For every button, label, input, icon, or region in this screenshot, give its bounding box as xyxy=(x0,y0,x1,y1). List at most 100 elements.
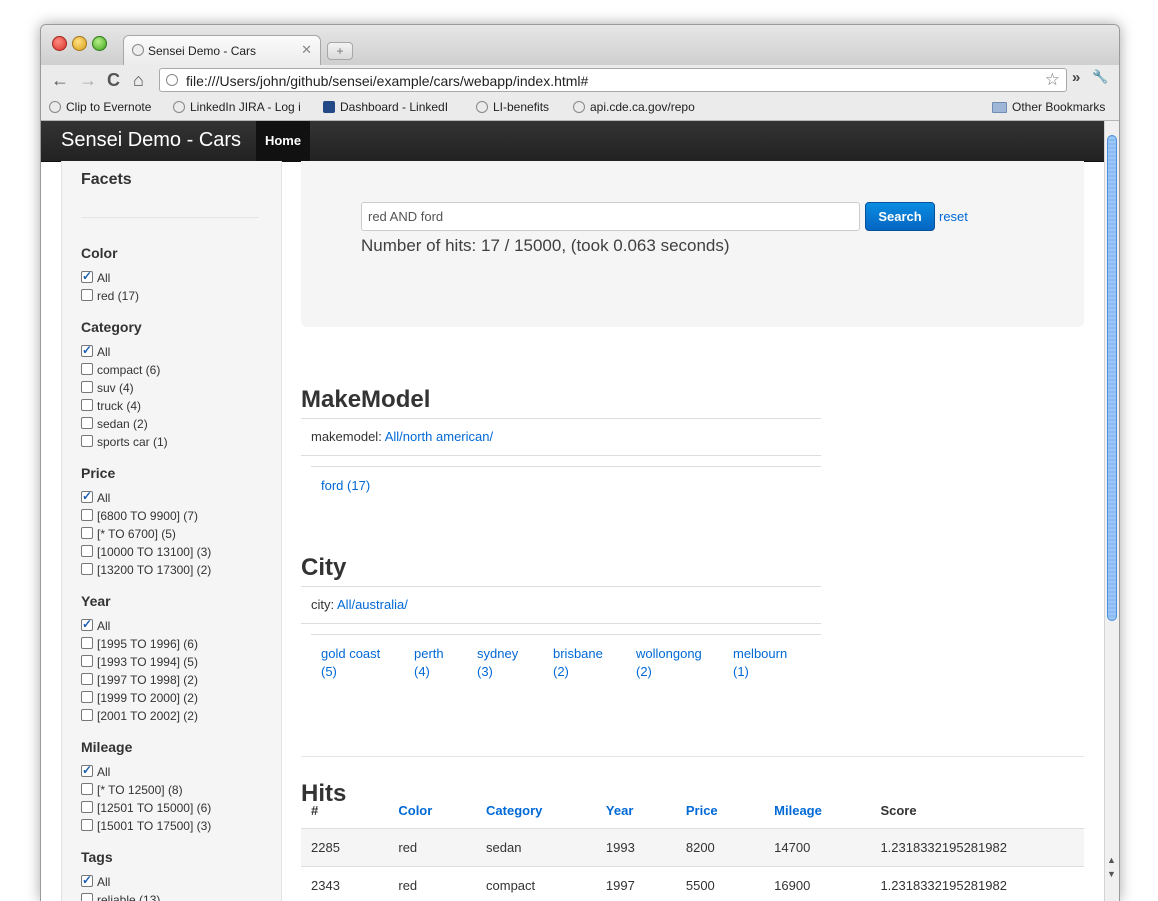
facet-checkbox[interactable] xyxy=(81,783,93,795)
search-input[interactable] xyxy=(361,202,860,231)
facet-option[interactable]: truck (4) xyxy=(81,397,168,415)
column-header[interactable]: Mileage xyxy=(764,792,870,829)
vertical-scrollbar[interactable]: ▲▼ xyxy=(1104,121,1119,901)
facet-checkbox[interactable] xyxy=(81,875,93,887)
facet-option[interactable]: [15001 TO 17500] (3) xyxy=(81,817,211,835)
brand[interactable]: Sensei Demo - Cars xyxy=(61,129,241,152)
nav-home[interactable]: Home xyxy=(256,121,310,161)
facet-option[interactable]: All xyxy=(81,763,211,781)
facet-checkbox[interactable] xyxy=(81,709,93,721)
divider xyxy=(311,466,821,467)
table-cell: red xyxy=(388,829,476,867)
facet-checkbox[interactable] xyxy=(81,655,93,667)
facet-checkbox[interactable] xyxy=(81,363,93,375)
facet-option[interactable]: compact (6) xyxy=(81,361,168,379)
facet-checkbox[interactable] xyxy=(81,509,93,521)
facet-option[interactable]: [* TO 6700] (5) xyxy=(81,525,211,543)
facet-option[interactable]: [13200 TO 17300] (2) xyxy=(81,561,211,579)
facet-option[interactable]: sedan (2) xyxy=(81,415,168,433)
column-header[interactable]: Category xyxy=(476,792,596,829)
scroll-arrows-icon[interactable]: ▲▼ xyxy=(1107,853,1116,881)
facet-option[interactable]: [6800 TO 9900] (7) xyxy=(81,507,211,525)
forward-icon[interactable]: → xyxy=(79,70,97,90)
facet-option[interactable]: All xyxy=(81,873,160,891)
facet-link-name: brisbane xyxy=(553,646,603,661)
facet-checkbox[interactable] xyxy=(81,271,93,283)
facet-option[interactable]: [1997 TO 1998] (2) xyxy=(81,671,198,689)
facet-option[interactable]: [1999 TO 2000] (2) xyxy=(81,689,198,707)
bookmark-item[interactable]: Dashboard - LinkedI xyxy=(323,100,457,114)
facet-option[interactable]: [1995 TO 1996] (6) xyxy=(81,635,198,653)
facet-checkbox[interactable] xyxy=(81,637,93,649)
facet-checkbox[interactable] xyxy=(81,289,93,301)
facet-checkbox[interactable] xyxy=(81,345,93,357)
city-link[interactable]: brisbane(2) xyxy=(553,645,603,681)
column-header[interactable]: Price xyxy=(676,792,764,829)
column-header[interactable]: Color xyxy=(388,792,476,829)
facet-option[interactable]: All xyxy=(81,617,198,635)
facet-option[interactable]: All xyxy=(81,343,168,361)
close-tab-icon[interactable]: ✕ xyxy=(301,42,312,58)
facet-option[interactable]: [12501 TO 15000] (6) xyxy=(81,799,211,817)
bookmark-item[interactable]: LinkedIn JIRA - Log i xyxy=(173,100,305,114)
facet-checkbox[interactable] xyxy=(81,801,93,813)
makemodel-link[interactable]: ford (17) xyxy=(321,477,370,495)
zoom-window-button[interactable] xyxy=(92,36,107,51)
bookmark-item[interactable]: Clip to Evernote xyxy=(49,100,151,114)
facet-checkbox[interactable] xyxy=(81,381,93,393)
facet-option[interactable]: sports car (1) xyxy=(81,433,168,451)
back-icon[interactable]: ← xyxy=(51,70,69,90)
facet-checkbox[interactable] xyxy=(81,527,93,539)
city-link[interactable]: gold coast(5) xyxy=(321,645,380,681)
wrench-icon[interactable]: 🔧 xyxy=(1092,69,1108,85)
city-link[interactable]: melbourn(1) xyxy=(733,645,787,681)
table-cell: 5500 xyxy=(676,867,764,901)
close-window-button[interactable] xyxy=(52,36,67,51)
other-bookmarks[interactable]: Other Bookmarks xyxy=(992,100,1105,114)
facet-option[interactable]: All xyxy=(81,489,211,507)
address-bar[interactable]: file:///Users/john/github/sensei/example… xyxy=(159,68,1067,92)
new-tab-button[interactable]: + xyxy=(327,42,353,60)
facet-link-name: melbourn xyxy=(733,646,787,661)
home-icon[interactable]: ⌂ xyxy=(133,70,144,90)
facet-checkbox[interactable] xyxy=(81,819,93,831)
facet-checkbox[interactable] xyxy=(81,491,93,503)
facet-option-label: [1997 TO 1998] (2) xyxy=(97,673,198,687)
facet-checkbox[interactable] xyxy=(81,619,93,631)
breadcrumb-link[interactable]: All/australia/ xyxy=(337,597,408,612)
reload-icon[interactable]: C xyxy=(107,70,120,90)
bookmark-star-icon[interactable]: ☆ xyxy=(1045,70,1060,90)
facet-link-name: sydney xyxy=(477,646,518,661)
search-button[interactable]: Search xyxy=(865,202,935,231)
facet-option[interactable]: suv (4) xyxy=(81,379,168,397)
facet-option[interactable]: [10000 TO 13100] (3) xyxy=(81,543,211,561)
facet-option[interactable]: [* TO 12500] (8) xyxy=(81,781,211,799)
facet-link-count: (5) xyxy=(321,664,337,679)
facet-option[interactable]: [1993 TO 1994] (5) xyxy=(81,653,198,671)
city-link[interactable]: perth(4) xyxy=(414,645,444,681)
facet-checkbox[interactable] xyxy=(81,765,93,777)
scrollbar-thumb[interactable] xyxy=(1107,135,1117,621)
facet-checkbox[interactable] xyxy=(81,399,93,411)
facet-checkbox[interactable] xyxy=(81,673,93,685)
facet-option[interactable]: All xyxy=(81,269,139,287)
breadcrumb-link[interactable]: All/north american/ xyxy=(385,429,493,444)
reset-link[interactable]: reset xyxy=(939,209,968,224)
city-link[interactable]: wollongong(2) xyxy=(636,645,702,681)
facet-option[interactable]: [2001 TO 2002] (2) xyxy=(81,707,198,725)
facet-checkbox[interactable] xyxy=(81,417,93,429)
table-row: 2343redcompact19975500169001.23183321952… xyxy=(301,867,1084,901)
facet-checkbox[interactable] xyxy=(81,563,93,575)
browser-tab[interactable]: Sensei Demo - Cars ✕ xyxy=(123,35,321,66)
city-link[interactable]: sydney(3) xyxy=(477,645,518,681)
bookmark-item[interactable]: api.cde.ca.gov/repo xyxy=(573,100,709,114)
extensions-more-icon[interactable]: » xyxy=(1072,69,1080,86)
facet-checkbox[interactable] xyxy=(81,691,93,703)
column-header[interactable]: Year xyxy=(596,792,676,829)
facet-option[interactable]: red (17) xyxy=(81,287,139,305)
facet-checkbox[interactable] xyxy=(81,435,93,447)
address-url: file:///Users/john/github/sensei/example… xyxy=(186,73,588,89)
facet-checkbox[interactable] xyxy=(81,545,93,557)
bookmark-item[interactable]: LI-benefits xyxy=(476,100,549,114)
minimize-window-button[interactable] xyxy=(72,36,87,51)
